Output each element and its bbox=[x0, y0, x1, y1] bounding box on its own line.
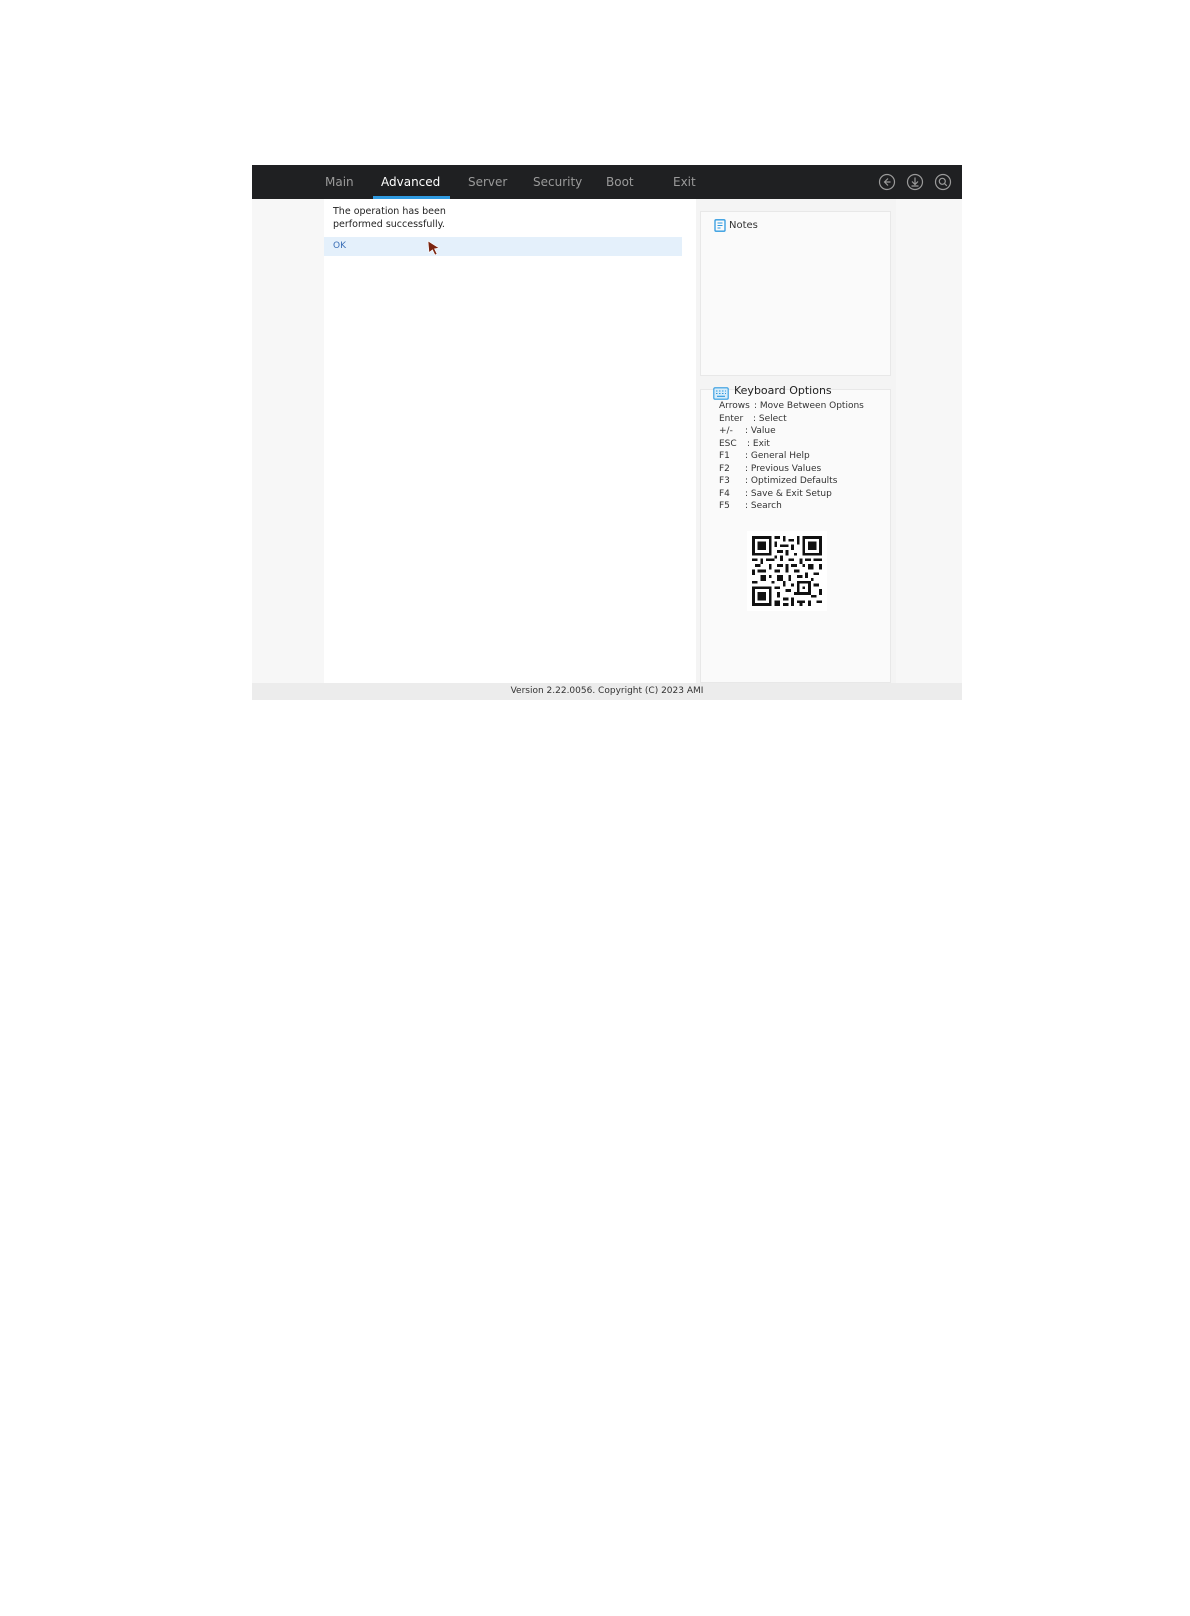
message-line-2: performed successfully. bbox=[333, 219, 445, 230]
notes-panel: Notes bbox=[700, 211, 891, 376]
qr-code bbox=[747, 531, 827, 611]
key-name: F4 bbox=[719, 488, 730, 499]
notes-icon bbox=[714, 219, 726, 232]
key-name: F2 bbox=[719, 463, 730, 474]
success-message: The operation has been performed success… bbox=[333, 205, 533, 231]
keyboard-icon bbox=[713, 387, 729, 400]
footer-version: Version 2.22.0056. Copyright (C) 2023 AM… bbox=[252, 683, 962, 700]
keyboard-option-row: F1 : General Help bbox=[719, 451, 810, 462]
key-description: : Exit bbox=[747, 438, 770, 449]
search-icon[interactable] bbox=[934, 173, 952, 191]
key-description: : Previous Values bbox=[745, 463, 822, 474]
tab-main[interactable]: Main bbox=[325, 165, 354, 199]
keyboard-option-row: F5 : Search bbox=[719, 501, 782, 512]
download-icon[interactable] bbox=[906, 173, 924, 191]
key-description: : Select bbox=[753, 413, 787, 424]
notes-title: Notes bbox=[729, 220, 758, 231]
key-description: : General Help bbox=[745, 451, 810, 461]
key-name: +/- bbox=[719, 426, 733, 436]
key-name: F1 bbox=[719, 451, 730, 461]
keyboard-option-row: Arrows : Move Between Options bbox=[719, 401, 864, 412]
key-name: ESC bbox=[719, 438, 737, 449]
help-pane: Notes Keyboard Options Arrows : Move Betw… bbox=[696, 199, 896, 683]
key-name: F3 bbox=[719, 476, 730, 486]
keyboard-option-row: +/- : Value bbox=[719, 426, 776, 437]
qr-code-icon bbox=[752, 536, 822, 606]
key-description: : Search bbox=[745, 501, 782, 511]
keyboard-option-row: Enter : Select bbox=[719, 414, 787, 425]
tab-server[interactable]: Server bbox=[468, 165, 507, 199]
keyboard-options-panel: Keyboard Options Arrows : Move Between Op… bbox=[700, 384, 891, 683]
tab-boot[interactable]: Boot bbox=[606, 165, 634, 199]
keyboard-option-row: F2 : Previous Values bbox=[719, 464, 821, 475]
keyboard-option-row: ESC : Exit bbox=[719, 439, 770, 450]
back-icon[interactable] bbox=[878, 173, 896, 191]
tab-security[interactable]: Security bbox=[533, 165, 582, 199]
keyboard-option-row: F3 : Optimized Defaults bbox=[719, 476, 837, 487]
ok-label: OK bbox=[333, 241, 346, 251]
keyboard-options-title: Keyboard Options bbox=[734, 384, 832, 397]
key-description: : Save & Exit Setup bbox=[745, 488, 832, 499]
tab-exit[interactable]: Exit bbox=[673, 165, 696, 199]
key-description: : Value bbox=[745, 426, 776, 436]
top-nav-bar: Main Advanced Server Security Boot Exit bbox=[252, 165, 962, 199]
keyboard-option-row: F4 : Save & Exit Setup bbox=[719, 489, 832, 500]
message-line-1: The operation has been bbox=[333, 206, 446, 217]
key-description: : Optimized Defaults bbox=[745, 476, 838, 486]
ok-button[interactable]: OK bbox=[324, 237, 682, 256]
tab-advanced[interactable]: Advanced bbox=[372, 165, 451, 199]
mouse-cursor-icon bbox=[427, 240, 440, 256]
bios-setup-window: Main Advanced Server Security Boot Exit … bbox=[252, 165, 962, 700]
key-description: : Move Between Options bbox=[754, 401, 864, 411]
key-name: F5 bbox=[719, 501, 730, 511]
main-pane: The operation has been performed success… bbox=[324, 199, 696, 683]
key-name: Arrows bbox=[719, 401, 750, 411]
key-name: Enter bbox=[719, 413, 744, 424]
